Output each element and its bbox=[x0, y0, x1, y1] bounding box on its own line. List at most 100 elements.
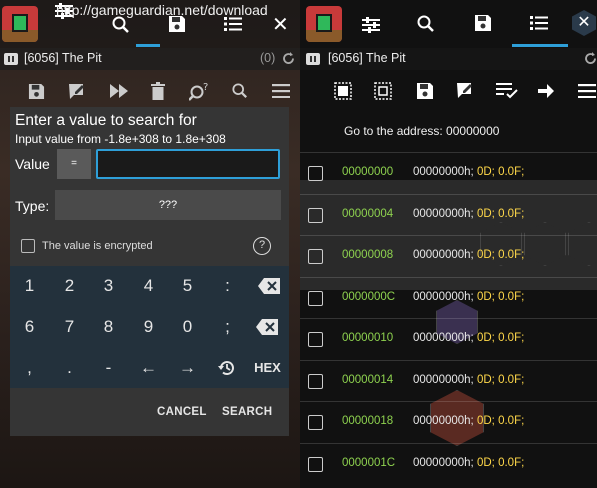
key-hex[interactable]: HEX bbox=[248, 348, 287, 388]
row-address: 00000000 bbox=[342, 166, 394, 178]
select-box-icon[interactable] bbox=[374, 82, 392, 100]
row-address: 0000000C bbox=[342, 290, 396, 303]
fast-forward-icon[interactable] bbox=[110, 84, 128, 98]
key-0[interactable]: 0 bbox=[168, 307, 207, 347]
key-semicolon[interactable]: ; bbox=[208, 307, 247, 347]
search-icon[interactable] bbox=[417, 15, 435, 33]
help-icon[interactable]: ? bbox=[253, 237, 271, 255]
list-check-icon[interactable] bbox=[496, 83, 518, 99]
row-checkbox[interactable] bbox=[308, 166, 323, 181]
top-bar: http://gameguardian.net/download ✕ bbox=[0, 0, 300, 48]
select-all-icon[interactable] bbox=[334, 82, 352, 100]
menu-icon[interactable] bbox=[272, 84, 290, 98]
row-checkbox[interactable] bbox=[308, 332, 323, 347]
search-button[interactable]: SEARCH bbox=[222, 406, 272, 418]
key-3[interactable]: 3 bbox=[89, 266, 128, 306]
encrypted-checkbox[interactable] bbox=[21, 239, 35, 253]
right-panel: ✕ [6056] The Pit Go to the address: 0000… bbox=[300, 0, 597, 488]
key-dot[interactable]: . bbox=[50, 348, 89, 388]
row-checkbox[interactable] bbox=[308, 456, 323, 472]
row-address: 00000008 bbox=[342, 249, 394, 261]
refresh-icon[interactable] bbox=[282, 52, 295, 65]
table-row[interactable]: 00000018 00000000h; 0D; 0.0F; bbox=[300, 401, 597, 443]
save-icon[interactable] bbox=[416, 82, 434, 100]
backspace-icon[interactable] bbox=[256, 319, 278, 335]
row-address: 00000018 bbox=[342, 415, 394, 427]
key-colon[interactable]: : bbox=[208, 266, 247, 306]
key-right-arrow[interactable]: → bbox=[168, 348, 207, 388]
key-left-arrow[interactable]: ← bbox=[129, 348, 168, 388]
key-comma[interactable]: , bbox=[10, 348, 49, 388]
process-name: [6056] The Pit bbox=[328, 51, 406, 65]
cancel-button[interactable]: CANCEL bbox=[157, 406, 207, 418]
table-row[interactable]: 00000008 00000000h; 0D; 0.0F; bbox=[300, 235, 597, 277]
save-icon[interactable] bbox=[474, 14, 492, 32]
row-values: 00000000h; 0D; 0.0F; bbox=[413, 207, 525, 220]
key-2[interactable]: 2 bbox=[50, 266, 89, 306]
row-values: 00000000h; 0D; 0.0F; bbox=[413, 332, 525, 344]
table-row[interactable]: 0000001C 00000000h; 0D; 0.0F; bbox=[300, 442, 597, 485]
row-address: 00000014 bbox=[342, 373, 394, 386]
key-1[interactable]: 1 bbox=[10, 266, 49, 306]
search-question-icon[interactable]: ? bbox=[189, 81, 211, 101]
save-icon[interactable] bbox=[168, 15, 186, 33]
close-icon[interactable]: ✕ bbox=[272, 12, 289, 37]
left-panel: http://gameguardian.net/download ✕ [6056… bbox=[0, 0, 300, 488]
top-bar: ✕ bbox=[300, 0, 597, 48]
dialog-subtitle: Input value from -1.8e+308 to 1.8e+308 bbox=[15, 132, 226, 146]
row-checkbox[interactable] bbox=[308, 249, 323, 264]
table-row[interactable]: 00000000 00000000h; 0D; 0.0F; bbox=[300, 152, 597, 194]
toolbar bbox=[300, 76, 597, 108]
value-label: Value bbox=[15, 156, 50, 172]
edit-icon[interactable] bbox=[456, 81, 475, 99]
row-checkbox[interactable] bbox=[308, 415, 323, 430]
pause-icon[interactable] bbox=[306, 53, 320, 65]
row-values: 00000000h; 0D; 0.0F; bbox=[413, 456, 525, 469]
save-icon[interactable] bbox=[28, 83, 45, 100]
key-9[interactable]: 9 bbox=[129, 307, 168, 347]
row-checkbox[interactable] bbox=[308, 290, 323, 306]
menu-icon[interactable] bbox=[578, 84, 596, 98]
refresh-icon[interactable] bbox=[584, 52, 597, 65]
key-4[interactable]: 4 bbox=[129, 266, 168, 306]
row-address: 0000001C bbox=[342, 456, 396, 469]
close-icon[interactable]: ✕ bbox=[572, 10, 596, 36]
delete-icon[interactable] bbox=[151, 82, 165, 100]
arrow-right-icon[interactable] bbox=[538, 84, 554, 98]
edit-icon[interactable] bbox=[68, 82, 87, 100]
row-values: 00000000h; 0D; 0.0F; bbox=[413, 166, 525, 178]
goto-address[interactable]: Go to the address: 00000000 bbox=[344, 124, 499, 138]
comparison-button[interactable]: = bbox=[57, 149, 91, 179]
process-counter: (0) bbox=[260, 51, 276, 65]
key-8[interactable]: 8 bbox=[89, 307, 128, 347]
type-selector[interactable]: ??? bbox=[55, 190, 281, 220]
dialog-title: Enter a value to search for bbox=[15, 112, 197, 129]
row-checkbox[interactable] bbox=[308, 373, 323, 389]
encrypted-label[interactable]: The value is encrypted bbox=[42, 240, 153, 252]
key-minus[interactable]: - bbox=[89, 348, 128, 388]
game-icon[interactable] bbox=[2, 6, 38, 42]
search-icon[interactable] bbox=[232, 83, 248, 99]
backspace-icon[interactable] bbox=[258, 278, 280, 294]
game-icon[interactable] bbox=[306, 6, 342, 42]
row-values: 00000000h; 0D; 0.0F; bbox=[413, 249, 525, 261]
key-6[interactable]: 6 bbox=[10, 307, 49, 347]
tab-indicator bbox=[512, 44, 568, 47]
table-row[interactable]: 00000010 00000000h; 0D; 0.0F; bbox=[300, 318, 597, 360]
settings-sliders-icon[interactable] bbox=[361, 16, 381, 34]
value-input[interactable] bbox=[96, 149, 280, 179]
memory-list: 00000000 00000000h; 0D; 0.0F; 00000004 0… bbox=[300, 152, 597, 488]
list-icon[interactable] bbox=[224, 16, 242, 32]
row-address: 00000010 bbox=[342, 332, 394, 344]
table-row[interactable]: 00000014 00000000h; 0D; 0.0F; bbox=[300, 359, 597, 402]
key-7[interactable]: 7 bbox=[50, 307, 89, 347]
history-icon[interactable] bbox=[218, 359, 236, 377]
search-icon[interactable] bbox=[112, 16, 130, 34]
key-5[interactable]: 5 bbox=[168, 266, 207, 306]
table-row[interactable]: 00000004 00000000h; 0D; 0.0F; bbox=[300, 193, 597, 236]
list-icon[interactable] bbox=[530, 15, 548, 31]
table-row[interactable]: 0000000C 00000000h; 0D; 0.0F; bbox=[300, 276, 597, 319]
pause-icon[interactable] bbox=[4, 53, 18, 65]
row-checkbox[interactable] bbox=[308, 207, 323, 223]
svg-text:?: ? bbox=[203, 82, 208, 93]
